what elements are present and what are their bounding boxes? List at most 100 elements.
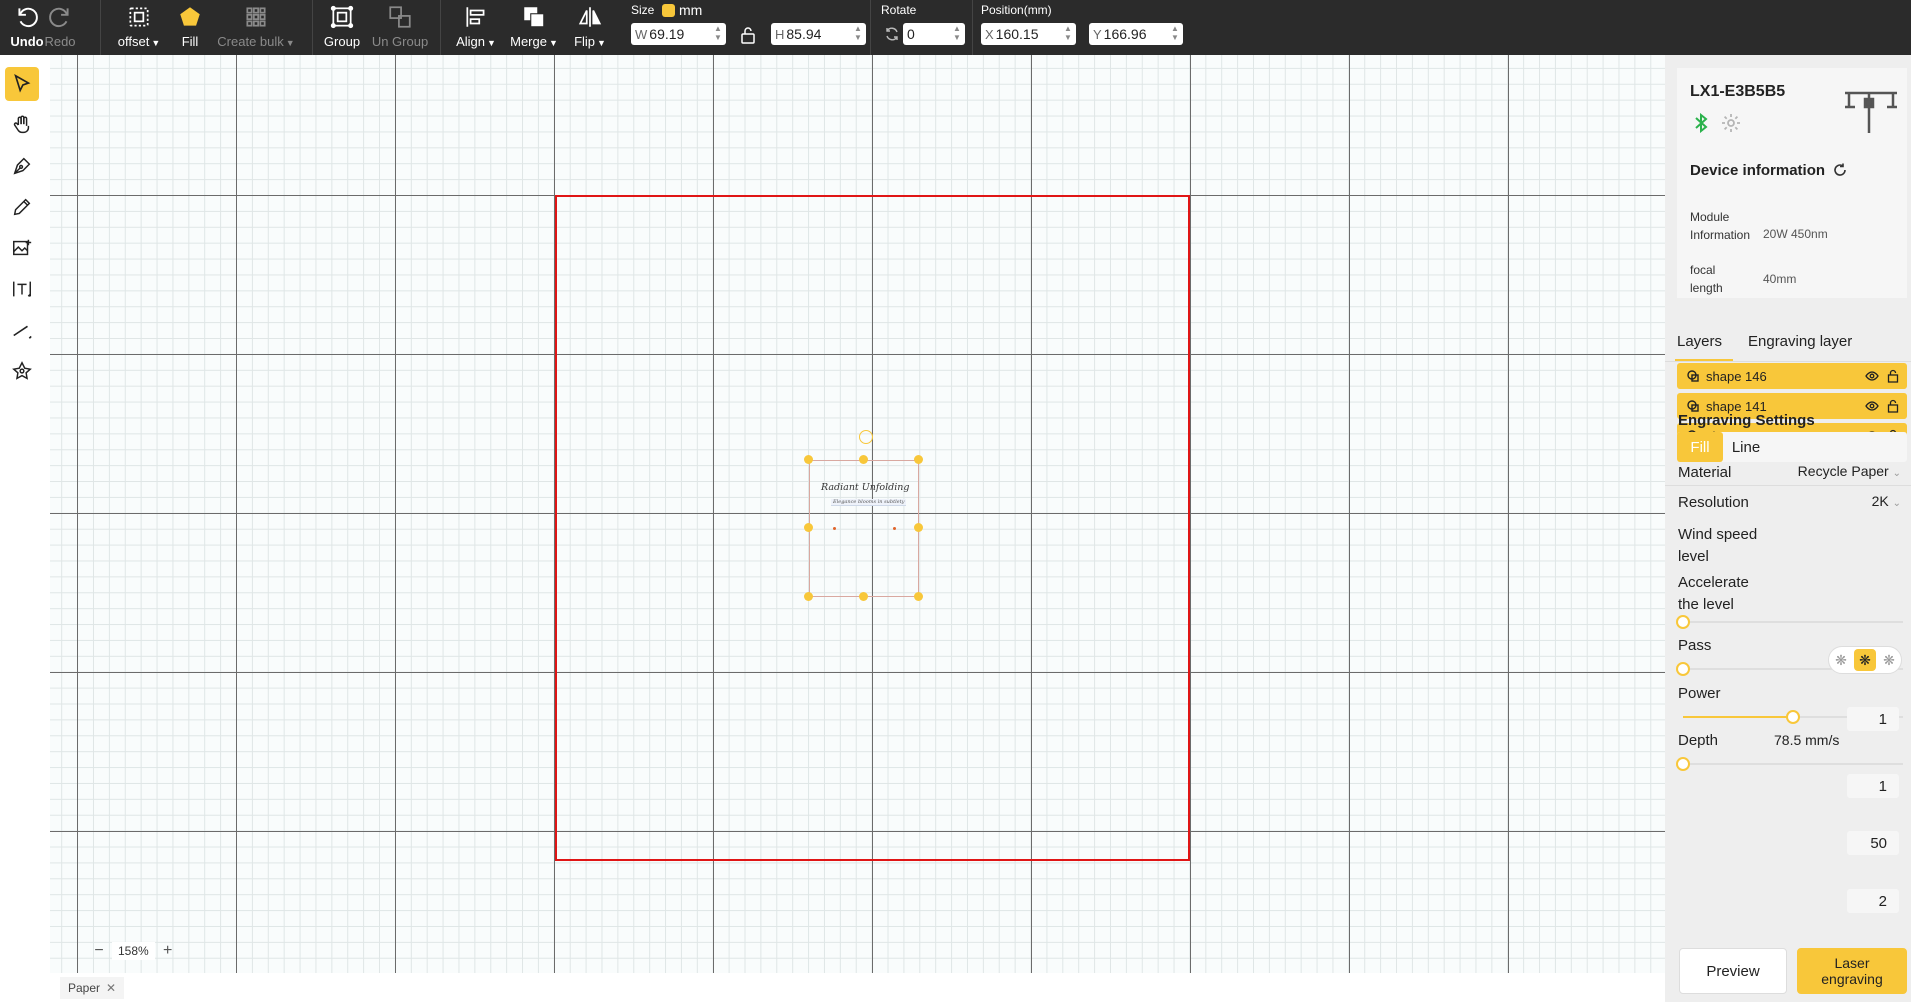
y-position-input[interactable]: Y 166.96 ▲ ▼ <box>1089 23 1183 45</box>
resize-handle-br[interactable] <box>914 592 923 601</box>
section-divider <box>1665 485 1911 486</box>
x-position-input[interactable]: X 160.15 ▲ ▼ <box>981 23 1076 45</box>
settings-gear-icon[interactable] <box>1721 113 1741 136</box>
zoom-in-button[interactable]: + <box>159 942 177 960</box>
pen-nib-icon <box>13 157 31 175</box>
pencil-tool[interactable] <box>5 190 39 224</box>
resize-handle-r[interactable] <box>914 523 923 532</box>
image-tool[interactable] <box>5 231 39 265</box>
offset-icon <box>129 7 149 27</box>
slider-fill <box>1683 716 1793 718</box>
slider-knob[interactable] <box>1676 662 1690 676</box>
preview-button[interactable]: Preview <box>1679 948 1787 994</box>
text-tool[interactable] <box>5 272 39 306</box>
pass-input[interactable]: 1 <box>1847 774 1899 798</box>
laser-engraving-button[interactable]: Laser engraving <box>1797 948 1907 994</box>
device-name: LX1-E3B5B5 <box>1690 83 1786 100</box>
device-information-title: Device information <box>1690 162 1847 181</box>
align-button[interactable]: Align ▼ <box>452 0 500 55</box>
toolbar-separator <box>972 0 973 55</box>
depth-value: 2 <box>1878 892 1887 910</box>
tab-layers[interactable]: Layers <box>1677 333 1722 350</box>
anchor-dot <box>893 527 896 530</box>
flip-button[interactable]: Flip ▼ <box>572 0 608 55</box>
mode-line-button[interactable]: Line <box>1723 432 1769 462</box>
y-stepper[interactable]: ▲ ▼ <box>1169 24 1181 44</box>
eye-icon[interactable] <box>1865 399 1879 413</box>
slider-knob[interactable] <box>1676 757 1690 771</box>
accelerate-slider[interactable] <box>1676 615 1903 629</box>
height-input[interactable]: H 85.94 ▲ ▼ <box>771 23 866 45</box>
resize-handle-tl[interactable] <box>804 455 813 464</box>
line-tool[interactable] <box>5 313 39 347</box>
close-icon[interactable]: ✕ <box>106 981 116 995</box>
layer-item[interactable]: shape 146 <box>1677 363 1907 389</box>
selected-object[interactable]: Radiant Unfolding Elegance blooms in sub… <box>804 430 923 601</box>
refresh-icon[interactable] <box>1833 163 1847 181</box>
slider-knob[interactable] <box>1786 710 1800 724</box>
width-input[interactable]: W 69.19 ▲ ▼ <box>631 23 726 45</box>
accelerate-label: Accelerate the level <box>1678 574 1749 613</box>
fill-button[interactable]: Fill <box>175 0 205 55</box>
unlock-icon[interactable] <box>1887 399 1899 413</box>
material-select[interactable]: Recycle Paper ⌄ <box>1798 463 1901 479</box>
shapes-tool[interactable] <box>5 354 39 388</box>
x-stepper[interactable]: ▲ ▼ <box>1062 24 1074 44</box>
tabs-divider <box>1665 361 1911 362</box>
resize-handle-b[interactable] <box>859 592 868 601</box>
height-prefix: H <box>775 26 785 42</box>
rotate-handle[interactable] <box>859 430 873 444</box>
artwork-title: Radiant Unfolding <box>821 482 910 493</box>
pan-tool[interactable] <box>5 108 39 142</box>
select-tool[interactable] <box>5 67 39 101</box>
offset-button[interactable]: offset ▼ <box>114 0 164 55</box>
height-stepper[interactable]: ▲ ▼ <box>852 24 864 44</box>
unit-toggle[interactable]: mm <box>662 2 702 18</box>
size-label: Size <box>631 3 655 17</box>
resize-handle-tr[interactable] <box>914 455 923 464</box>
slider-knob[interactable] <box>1676 615 1690 629</box>
wind-level-3-icon[interactable]: ❋ <box>1878 649 1900 671</box>
redo-button[interactable]: Redo <box>44 0 76 55</box>
resolution-value: 2K <box>1871 493 1889 509</box>
document-tab[interactable]: Paper ✕ <box>60 977 125 999</box>
undo-button[interactable]: Undo <box>8 0 46 55</box>
aspect-lock-button[interactable] <box>740 26 756 47</box>
fill-pentagon-icon <box>180 7 200 26</box>
shape-layer-icon <box>1687 400 1699 412</box>
y-prefix: Y <box>1093 26 1102 42</box>
resize-handle-l[interactable] <box>804 523 813 532</box>
rotate-input[interactable]: 0 ▲ ▼ <box>903 23 965 45</box>
power-input[interactable]: 50 <box>1847 831 1899 855</box>
resolution-select[interactable]: 2K ⌄ <box>1872 493 1901 509</box>
toolbar-separator <box>312 0 313 55</box>
height-value: 85.94 <box>786 26 822 42</box>
merge-button[interactable]: Merge ▼ <box>508 0 560 55</box>
tab-engraving-layer[interactable]: Engraving layer <box>1748 333 1852 350</box>
unit-toggle-icon <box>662 3 675 17</box>
mode-fill-button[interactable]: Fill <box>1677 432 1723 462</box>
shapes-icon <box>12 361 32 380</box>
zoom-out-button[interactable]: − <box>90 942 108 960</box>
unlock-icon[interactable] <box>1887 369 1899 383</box>
create-bulk-button[interactable]: Create bulk ▼ <box>215 0 297 55</box>
resize-handle-bl[interactable] <box>804 592 813 601</box>
anchor-dot <box>833 527 836 530</box>
bluetooth-icon[interactable] <box>1693 112 1709 136</box>
pen-tool[interactable] <box>5 149 39 183</box>
eye-icon[interactable] <box>1865 369 1879 383</box>
depth-slider[interactable] <box>1676 757 1903 771</box>
ungroup-button[interactable]: Un Group <box>370 0 430 55</box>
rotate-stepper[interactable]: ▲ ▼ <box>951 24 963 44</box>
width-stepper[interactable]: ▲ ▼ <box>712 24 724 44</box>
accelerate-input[interactable]: 1 <box>1847 707 1899 731</box>
toolbar-separator <box>100 0 101 55</box>
wind-level-2-icon[interactable]: ❋ <box>1854 649 1876 671</box>
resize-handle-t[interactable] <box>859 455 868 464</box>
design-canvas[interactable]: Radiant Unfolding Elegance blooms in sub… <box>50 55 1665 973</box>
pencil-icon <box>13 198 31 216</box>
group-button[interactable]: Group <box>322 0 362 55</box>
wind-level-1-icon[interactable]: ❋ <box>1830 649 1852 671</box>
depth-input[interactable]: 2 <box>1847 889 1899 913</box>
panel-tabs: Layers Engraving layer <box>1665 323 1911 361</box>
